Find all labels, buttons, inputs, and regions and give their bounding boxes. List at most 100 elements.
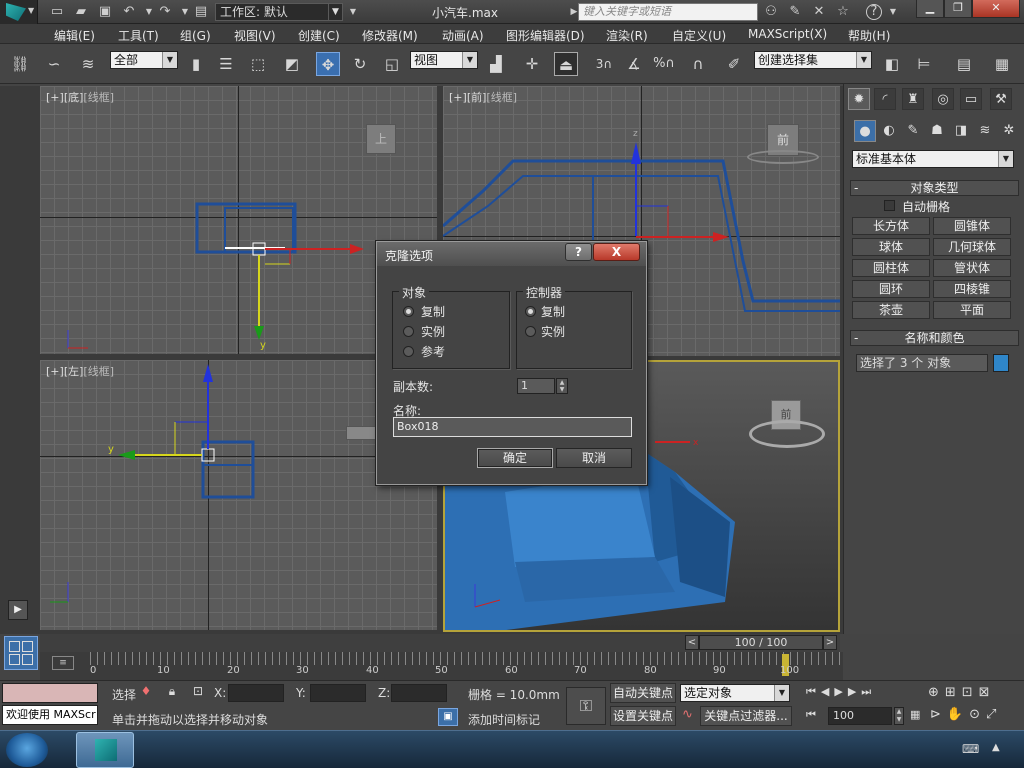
menu-tools[interactable]: 工具(T) xyxy=(118,27,159,44)
maxscript-listener-pink[interactable] xyxy=(2,683,98,703)
undo-icon[interactable]: ↶ xyxy=(120,3,138,21)
unlink-icon[interactable]: ∽ xyxy=(42,52,66,76)
select-and-move-icon[interactable]: ✥ xyxy=(316,52,340,76)
sphere-button[interactable]: 球体 xyxy=(852,238,930,256)
cancel-button[interactable]: 取消 xyxy=(556,448,632,468)
ok-button[interactable]: 确定 xyxy=(477,448,553,468)
communication-center-icon[interactable]: ✕ xyxy=(810,3,828,21)
geometry-sphere-icon[interactable]: ● xyxy=(854,120,876,142)
workspace-dropdown[interactable]: 工作区: 默认 ▼ xyxy=(215,3,343,21)
category-dropdown[interactable]: 标准基本体 ▼ xyxy=(852,150,1014,168)
menu-create[interactable]: 创建(C) xyxy=(298,27,340,44)
lights-icon[interactable]: ✎ xyxy=(902,120,924,142)
time-prev-button[interactable]: < xyxy=(685,635,699,650)
snaps-toggle-icon[interactable]: 3∩ xyxy=(592,52,616,76)
isolate-bulb-icon[interactable]: ♦ xyxy=(138,684,154,700)
select-object-icon[interactable]: ▮ xyxy=(184,52,208,76)
menu-group[interactable]: 组(G) xyxy=(180,27,211,44)
cylinder-button[interactable]: 圆柱体 xyxy=(852,259,930,277)
taskbar-3dsmax-button[interactable] xyxy=(76,732,134,768)
new-file-icon[interactable]: ▭ xyxy=(48,3,66,21)
x-coordinate-field[interactable] xyxy=(228,684,284,702)
object-color-swatch[interactable] xyxy=(993,354,1009,372)
viewcube-partial[interactable] xyxy=(346,426,376,440)
open-file-icon[interactable]: ▰ xyxy=(72,3,90,21)
redo-icon[interactable]: ↷ xyxy=(156,3,174,21)
menu-maxscript[interactable]: MAXScript(X) xyxy=(748,27,827,41)
favorites-star-icon[interactable]: ☆ xyxy=(834,3,852,21)
select-by-name-icon[interactable]: ☰ xyxy=(214,52,238,76)
motion-tab-icon[interactable]: ◎ xyxy=(932,88,954,110)
current-frame-field[interactable]: 100 xyxy=(828,707,892,725)
subscription-icon[interactable]: ✎ xyxy=(786,3,804,21)
clone-name-input[interactable]: Box018 xyxy=(393,417,632,437)
helpers-icon[interactable]: ◨ xyxy=(950,120,972,142)
dialog-help-button[interactable]: ? xyxy=(565,243,592,261)
mirror-icon[interactable]: ◧ xyxy=(880,52,904,76)
copies-input[interactable]: 1 xyxy=(517,378,555,394)
keyboard-shortcut-override-icon[interactable]: ⏏ xyxy=(554,52,578,76)
select-manipulate-icon[interactable]: ✛ xyxy=(520,52,544,76)
select-and-scale-icon[interactable]: ◱ xyxy=(380,52,404,76)
spinner-snap-icon[interactable]: ∩ xyxy=(686,52,710,76)
viewport-layout-icon[interactable] xyxy=(4,636,38,670)
torus-button[interactable]: 圆环 xyxy=(852,280,930,298)
help-icon[interactable]: ? xyxy=(866,4,882,20)
help-dropdown-icon[interactable]: ▼ xyxy=(884,3,902,21)
minimize-button[interactable]: ▁ xyxy=(916,0,944,18)
viewport-nav-row-1[interactable]: ⊕⊞⊡⊠ xyxy=(928,685,996,700)
link-icon[interactable]: ⛓ xyxy=(8,52,32,76)
close-window-button[interactable]: ✕ xyxy=(972,0,1020,18)
edit-named-selection-icon[interactable]: ✐ xyxy=(722,52,746,76)
project-folder-icon[interactable]: ▤ xyxy=(192,3,210,21)
menu-rendering[interactable]: 渲染(R) xyxy=(606,27,648,44)
autogrid-checkbox[interactable] xyxy=(884,200,895,211)
tube-button[interactable]: 管状体 xyxy=(933,259,1011,277)
systems-icon[interactable]: ✲ xyxy=(998,120,1020,142)
pyramid-button[interactable]: 四棱锥 xyxy=(933,280,1011,298)
set-key-button[interactable]: 设置关键点 xyxy=(610,706,676,726)
save-file-icon[interactable]: ▣ xyxy=(96,3,114,21)
copies-spinner[interactable]: ▲ ▼ xyxy=(556,378,568,394)
menu-view[interactable]: 视图(V) xyxy=(234,27,276,44)
percent-snap-icon[interactable]: %∩ xyxy=(652,52,676,76)
maxscript-listener-white[interactable]: 欢迎使用 MAXScr xyxy=(2,705,98,725)
controller-instance-radio[interactable] xyxy=(525,326,536,337)
binoculars-icon[interactable]: ⚇ xyxy=(762,3,780,21)
geosphere-button[interactable]: 几何球体 xyxy=(933,238,1011,256)
layer-manager-icon[interactable]: ▤ xyxy=(952,52,976,76)
menu-customize[interactable]: 自定义(U) xyxy=(672,27,726,44)
time-next-button[interactable]: > xyxy=(823,635,837,650)
restore-button[interactable]: ❐ xyxy=(944,0,972,18)
dialog-close-button[interactable]: X xyxy=(593,243,640,261)
playback-controls[interactable]: ⏮◀▶▶⏭ xyxy=(806,685,876,699)
menu-graph-editors[interactable]: 图形编辑器(D) xyxy=(506,27,585,44)
object-type-rollout-header[interactable]: - 对象类型 xyxy=(850,180,1019,196)
graphite-tools-icon[interactable]: ▦ xyxy=(990,52,1014,76)
hierarchy-tab-icon[interactable]: ♜ xyxy=(902,88,924,110)
keyboard-tray-icon[interactable]: ⌨ xyxy=(962,742,979,756)
curve-editor-mini-icon[interactable]: ≡ xyxy=(52,656,74,670)
time-tag-icon[interactable]: ▣ xyxy=(438,708,458,726)
bind-spacewarp-icon[interactable]: ≋ xyxy=(76,52,100,76)
menu-edit[interactable]: 编辑(E) xyxy=(54,27,95,44)
windows-start-orb-icon[interactable] xyxy=(6,733,48,767)
pivot-center-icon[interactable]: ▟ xyxy=(484,52,508,76)
create-tab-sun-icon[interactable]: ✹ xyxy=(848,88,870,110)
time-slider[interactable]: < 100 / 100 > xyxy=(40,634,840,652)
teapot-button[interactable]: 茶壶 xyxy=(852,301,930,319)
spacewarps-icon[interactable]: ≋ xyxy=(974,120,996,142)
shapes-icon[interactable]: ◐ xyxy=(878,120,900,142)
z-coordinate-field[interactable] xyxy=(391,684,447,702)
time-config-icon[interactable]: ▦ xyxy=(910,708,920,721)
set-key-icon[interactable]: ⚿ xyxy=(566,687,606,725)
angle-snap-icon[interactable]: ∡ xyxy=(622,52,646,76)
track-bar[interactable]: ≡ 0 10 20 30 40 50 60 70 80 90 100 xyxy=(40,652,843,680)
selection-lock-icon[interactable]: 🔒︎ xyxy=(164,684,180,700)
absolute-mode-icon[interactable]: ⊡ xyxy=(190,684,206,700)
time-slider-thumb[interactable]: 100 / 100 xyxy=(699,635,823,650)
named-selection-dropdown[interactable]: 创建选择集 ▼ xyxy=(754,51,872,69)
reference-coordinate-dropdown[interactable]: 视图 ▼ xyxy=(410,51,478,69)
tray-expand-icon[interactable]: ▲ xyxy=(992,742,1000,753)
display-tab-icon[interactable]: ▭ xyxy=(960,88,982,110)
